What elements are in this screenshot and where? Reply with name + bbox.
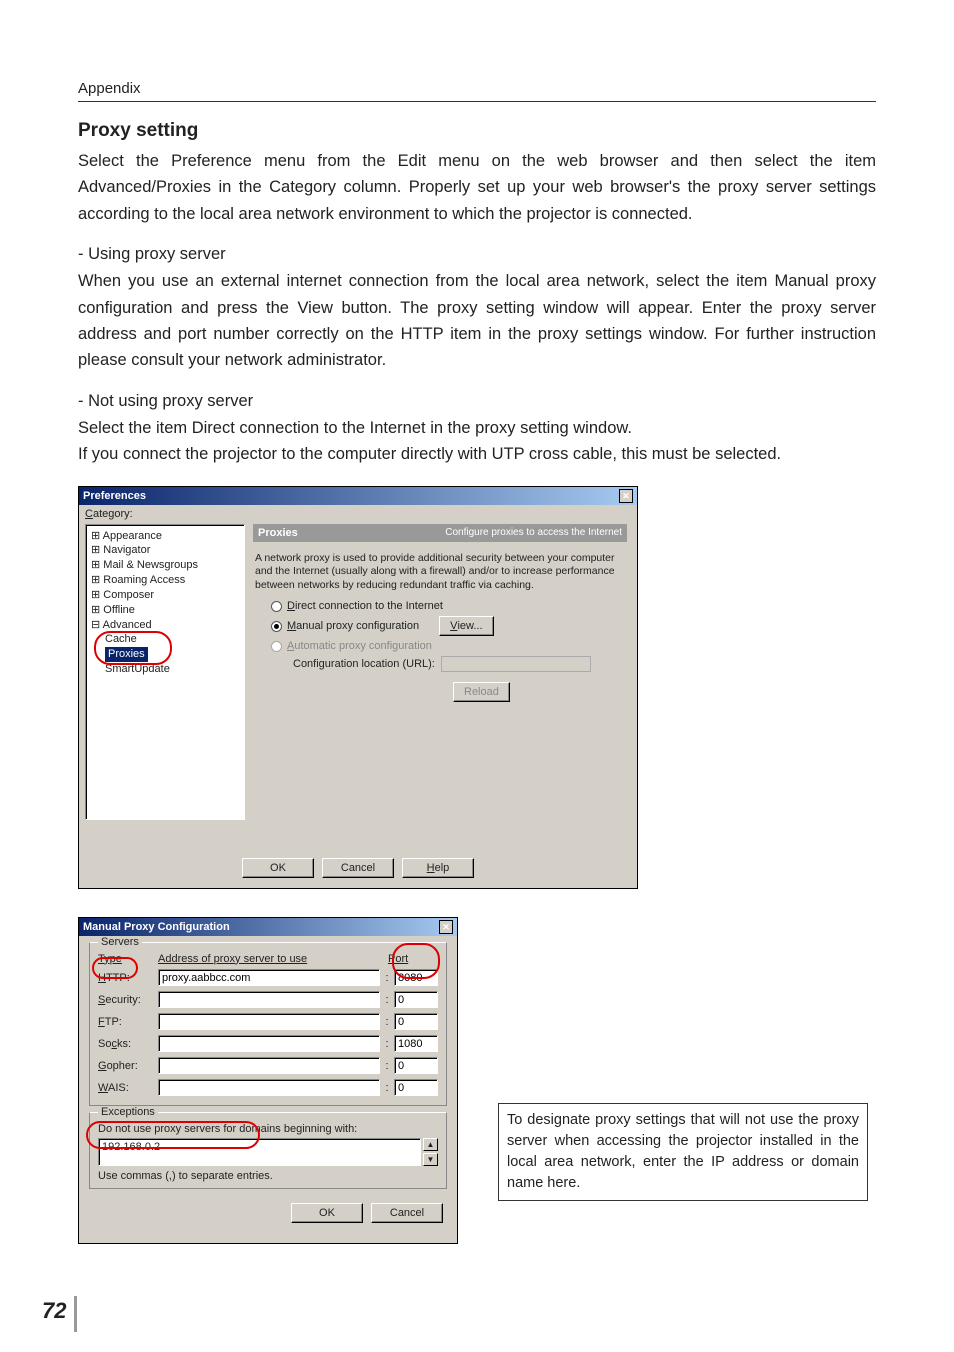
tree-cache[interactable]: Cache <box>91 632 239 647</box>
titlebar: Manual Proxy Configuration ✕ <box>79 918 457 936</box>
callout-box: To designate proxy settings that will no… <box>498 1103 868 1201</box>
row-socks: Socks: : <box>98 1033 438 1055</box>
ftp-port-input[interactable] <box>394 1013 438 1030</box>
page-bar <box>74 1296 77 1332</box>
scroll-down-icon[interactable]: ▼ <box>423 1153 438 1166</box>
scroll-up-icon[interactable]: ▲ <box>423 1138 438 1151</box>
window-title: Preferences <box>83 487 146 505</box>
gopher-address-input[interactable] <box>158 1057 380 1074</box>
row-http: HTTP: : <box>98 967 438 989</box>
config-url-input <box>441 656 591 672</box>
cancel-button[interactable]: Cancel <box>371 1203 443 1223</box>
tree-appearance[interactable]: ⊞ Appearance <box>91 529 239 544</box>
sub2-body-b: If you connect the projector to the comp… <box>78 441 876 467</box>
gopher-port-input[interactable] <box>394 1057 438 1074</box>
tree-roaming[interactable]: ⊞ Roaming Access <box>91 573 239 588</box>
row-wais: WAIS: : <box>98 1077 438 1099</box>
titlebar: Preferences ✕ <box>79 487 637 505</box>
tree-navigator[interactable]: ⊞ Navigator <box>91 543 239 558</box>
wais-port-input[interactable] <box>394 1079 438 1096</box>
tree-smart[interactable]: SmartUpdate <box>91 662 239 677</box>
ok-button[interactable]: OK <box>242 858 314 878</box>
ok-button[interactable]: OK <box>291 1203 363 1223</box>
tree-proxies[interactable]: Proxies <box>91 647 239 662</box>
sub2-title: - Not using proxy server <box>78 392 876 411</box>
cancel-button[interactable]: Cancel <box>322 858 394 878</box>
radio-direct[interactable]: Direct connection to the Internet <box>253 598 627 614</box>
close-icon[interactable]: ✕ <box>619 489 633 503</box>
tree-mail[interactable]: ⊞ Mail & Newsgroups <box>91 558 239 573</box>
pane-header: Proxies Configure proxies to access the … <box>253 524 627 542</box>
sub1-body: When you use an external internet connec… <box>78 268 876 374</box>
page-header: Appendix <box>78 80 876 102</box>
radio-auto[interactable]: Automatic proxy configuration <box>253 638 627 654</box>
category-label: Category: <box>79 505 637 520</box>
reload-button: Reload <box>453 682 510 702</box>
row-ftp: FTP: : <box>98 1011 438 1033</box>
wais-address-input[interactable] <box>158 1079 380 1096</box>
page-number: 72 <box>42 1298 66 1324</box>
tree-composer[interactable]: ⊞ Composer <box>91 588 239 603</box>
preferences-window: Preferences ✕ Category: ⊞ Appearance ⊞ N… <box>78 486 638 889</box>
servers-group: Type Address of proxy server to use Port… <box>89 942 447 1106</box>
window-title: Manual Proxy Configuration <box>83 918 230 936</box>
security-address-input[interactable] <box>158 991 380 1008</box>
socks-port-input[interactable] <box>394 1035 438 1052</box>
category-tree[interactable]: ⊞ Appearance ⊞ Navigator ⊞ Mail & Newsgr… <box>85 524 245 820</box>
config-url-row: Configuration location (URL): <box>253 654 627 674</box>
http-port-input[interactable] <box>394 969 438 986</box>
row-security: Security: : <box>98 989 438 1011</box>
socks-address-input[interactable] <box>158 1035 380 1052</box>
radio-manual[interactable]: Manual proxy configuration View... <box>253 614 627 638</box>
help-button[interactable]: Help <box>402 858 474 878</box>
security-port-input[interactable] <box>394 991 438 1008</box>
proxy-description: A network proxy is used to provide addit… <box>253 552 627 593</box>
commas-note: Use commas (,) to separate entries. <box>98 1170 438 1182</box>
exceptions-group: Do not use proxy servers for domains beg… <box>89 1112 447 1189</box>
row-gopher: Gopher: : <box>98 1055 438 1077</box>
exceptions-input[interactable]: 192.168.0.2 <box>98 1138 421 1166</box>
ftp-address-input[interactable] <box>158 1013 380 1030</box>
tree-advanced[interactable]: ⊟ Advanced <box>91 618 239 633</box>
http-address-input[interactable] <box>158 969 380 986</box>
exceptions-label: Do not use proxy servers for domains beg… <box>98 1123 438 1135</box>
tree-offline[interactable]: ⊞ Offline <box>91 603 239 618</box>
intro-paragraph: Select the Preference menu from the Edit… <box>78 148 876 227</box>
sub2-body-a: Select the item Direct connection to the… <box>78 415 876 441</box>
close-icon[interactable]: ✕ <box>439 920 453 934</box>
manual-proxy-window: Manual Proxy Configuration ✕ Type Addres… <box>78 917 458 1244</box>
section-title: Proxy setting <box>78 120 876 142</box>
sub1-title: - Using proxy server <box>78 245 876 264</box>
view-button[interactable]: View... <box>439 616 493 636</box>
